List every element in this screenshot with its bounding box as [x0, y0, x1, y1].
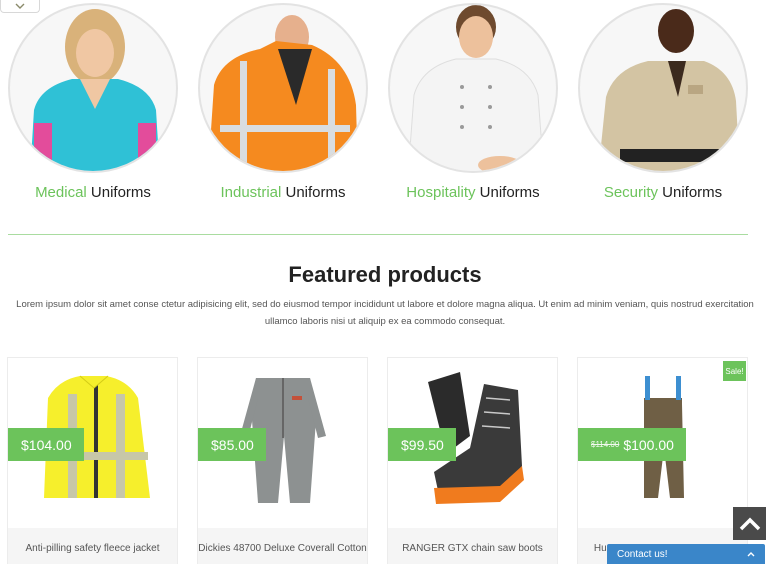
product-price-tag: $114.00 $100.00 [578, 428, 686, 461]
category-hospitality-image[interactable] [388, 3, 558, 173]
category-rest[interactable]: Uniforms [87, 184, 151, 201]
product-price: $85.00 [211, 436, 254, 453]
category-industrial-image[interactable] [198, 3, 368, 173]
chevron-up-icon [747, 552, 755, 557]
featured-products-description: Lorem ipsum dolor sit amet conse ctetur … [16, 299, 754, 327]
category-accent[interactable]: Security [604, 184, 658, 201]
category-security-image[interactable] [578, 3, 748, 173]
category-hospitality[interactable]: Hospitality Uniforms [388, 3, 558, 201]
scroll-to-top-button[interactable] [733, 507, 766, 540]
category-security[interactable]: Security Uniforms [578, 3, 748, 201]
featured-products-title: Featured products [288, 262, 482, 287]
contact-us-label[interactable]: Contact us! [617, 549, 668, 560]
product-price: $100.00 [623, 436, 674, 453]
sale-badge: Sale! [723, 361, 746, 381]
product-price-tag: $104.00 [8, 428, 84, 461]
category-accent[interactable]: Industrial [220, 184, 281, 201]
product-price-tag: $85.00 [198, 428, 266, 461]
section-divider [8, 234, 748, 235]
category-rest[interactable]: Uniforms [476, 184, 540, 201]
category-medical[interactable]: Medical Uniforms [8, 3, 178, 201]
category-rest[interactable]: Uniforms [281, 184, 346, 201]
chevron-up-icon [739, 517, 760, 530]
category-accent[interactable]: Hospitality [406, 184, 475, 201]
contact-us-bar[interactable]: Contact us! [607, 544, 765, 564]
product-old-price: $114.00 [591, 440, 620, 449]
category-medical-image[interactable] [8, 3, 178, 173]
product-name[interactable]: Dickies 48700 Deluxe Coverall Cotton [198, 528, 367, 564]
category-industrial[interactable]: Industrial Uniforms [198, 3, 368, 201]
category-rest[interactable]: Uniforms [658, 184, 722, 201]
category-row: Medical Uniforms Industrial Uniforms Hos… [0, 0, 770, 210]
product-name[interactable]: RANGER GTX chain saw boots [388, 528, 557, 564]
product-price: $99.50 [401, 436, 444, 453]
product-name[interactable]: Anti-pilling safety fleece jacket [8, 528, 177, 564]
category-accent[interactable]: Medical [35, 184, 87, 201]
product-price: $104.00 [21, 436, 72, 453]
product-price-tag: $99.50 [388, 428, 456, 461]
